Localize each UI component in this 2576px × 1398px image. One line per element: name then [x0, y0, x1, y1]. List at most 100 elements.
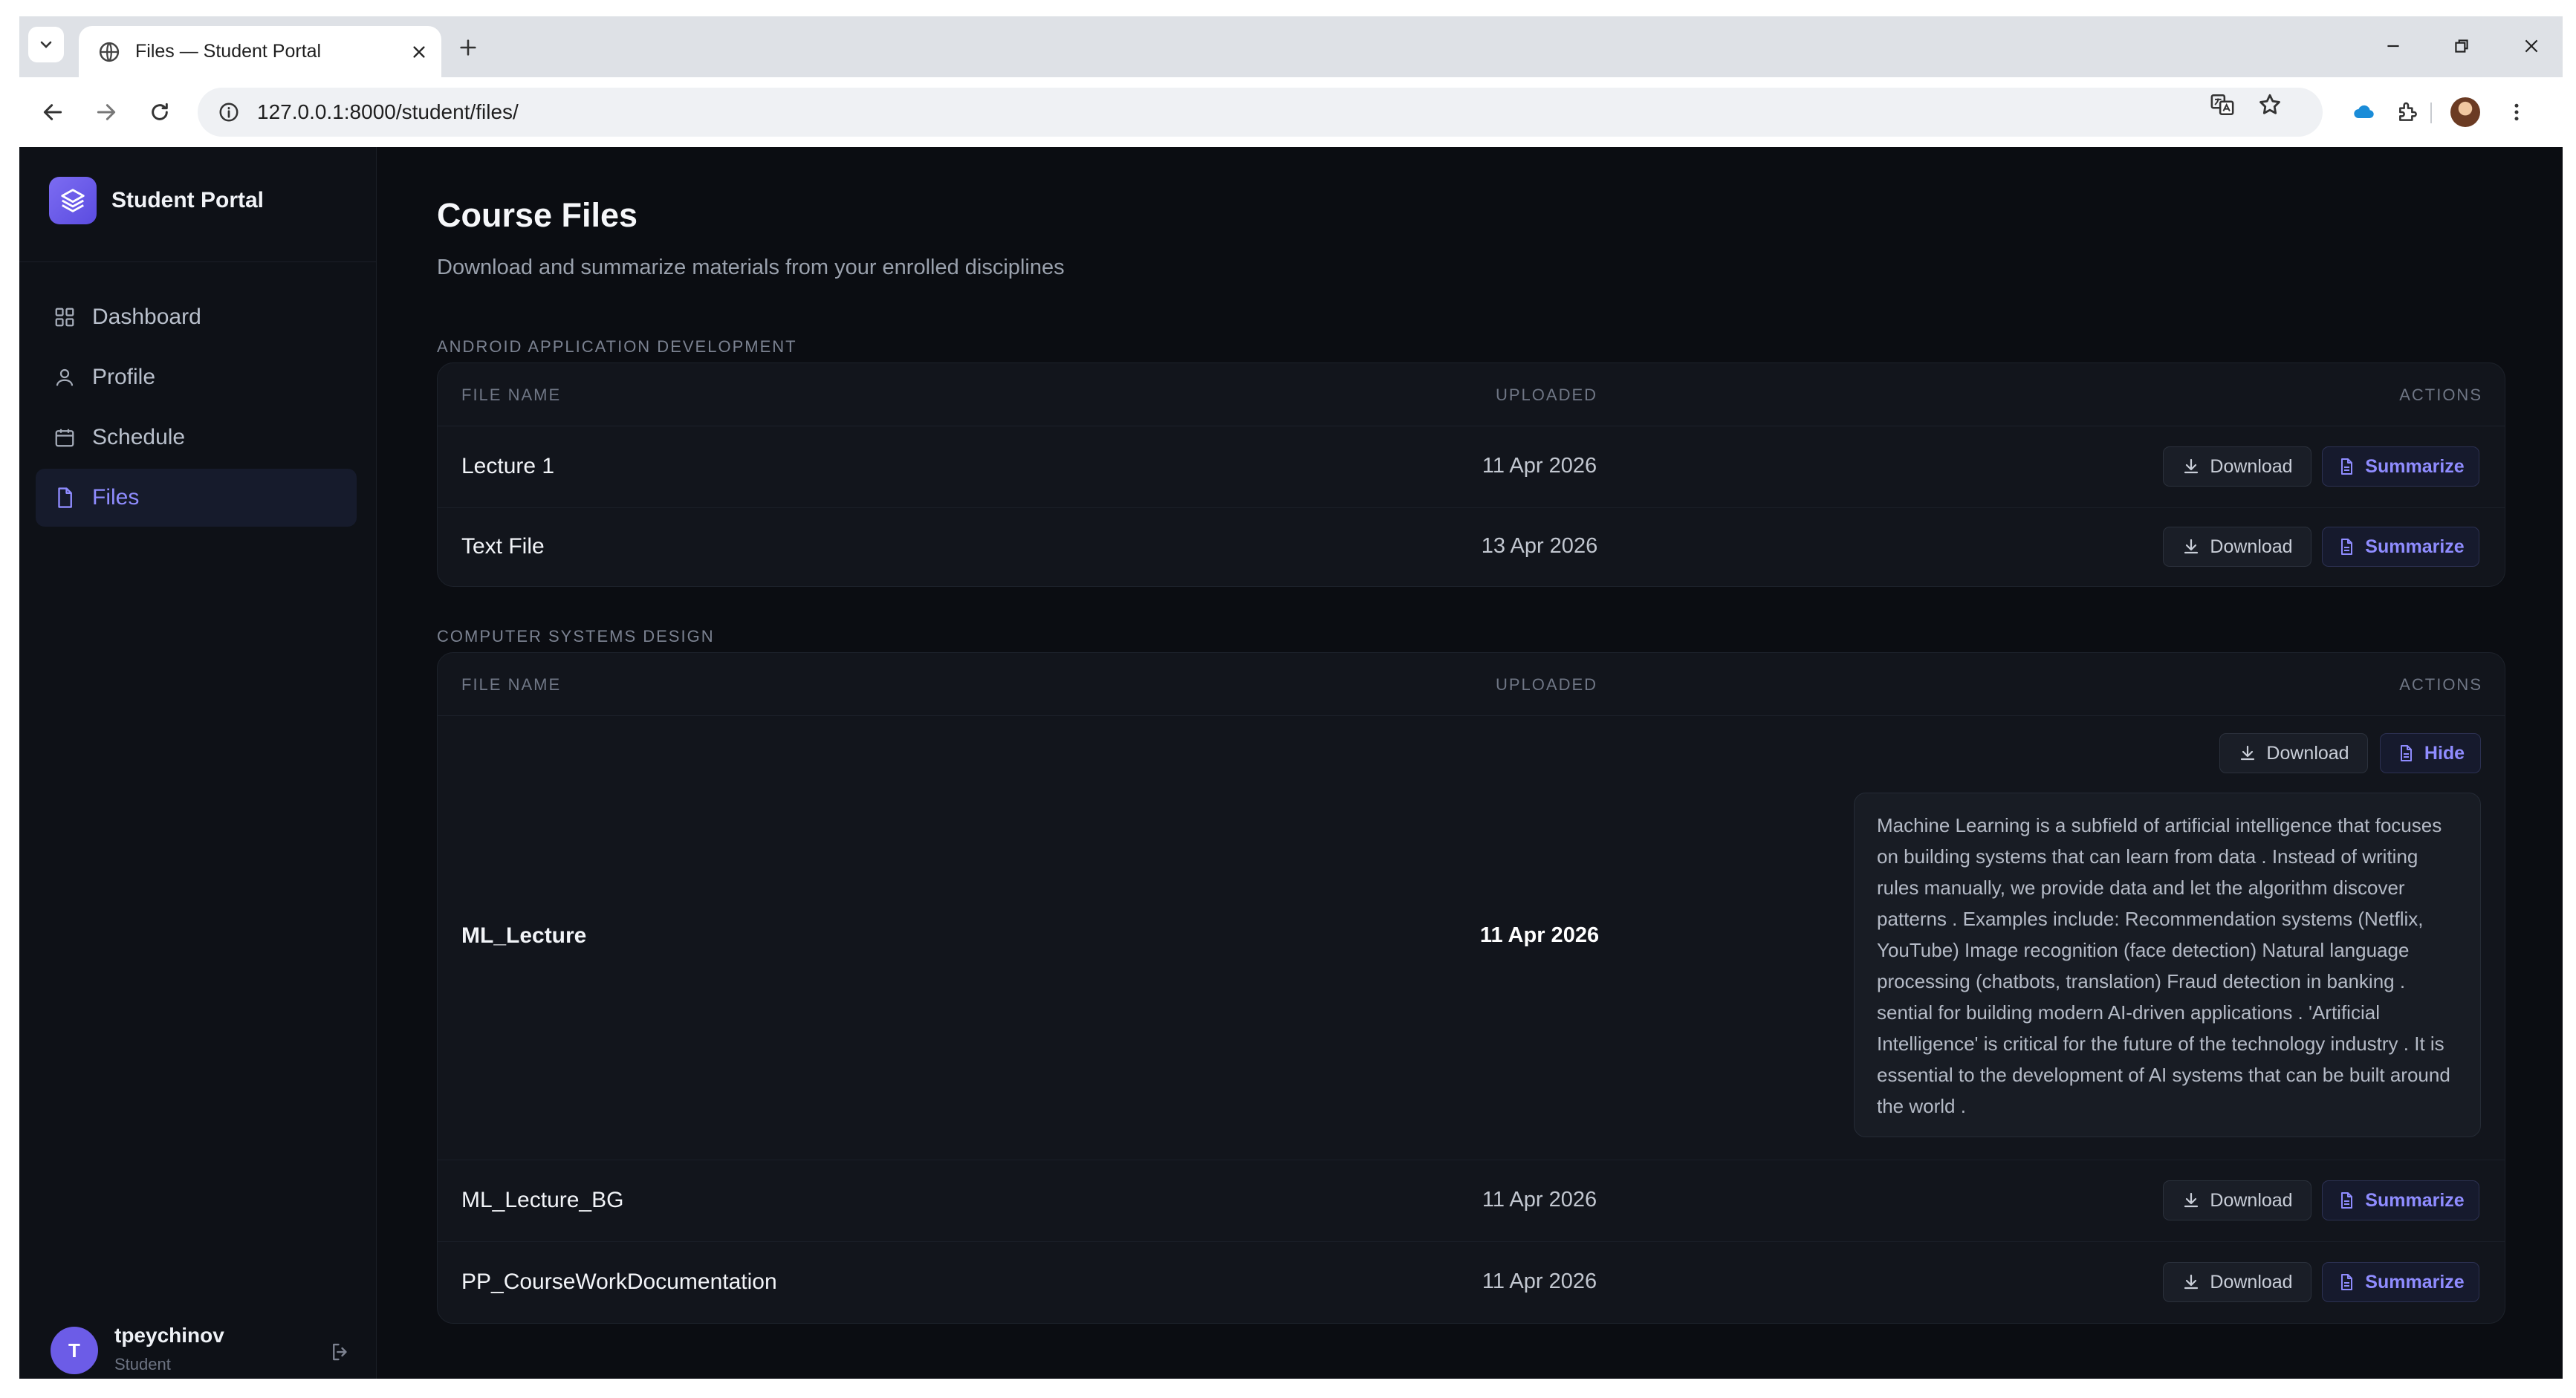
file-name: Lecture 1	[461, 454, 555, 478]
globe-icon	[99, 42, 120, 62]
file-name: Text File	[461, 534, 545, 559]
tab-strip: Files — Student Portal	[19, 16, 2563, 77]
page-subtitle: Download and summarize materials from yo…	[437, 256, 1065, 279]
sidebar-item-dashboard[interactable]: Dashboard	[36, 288, 357, 346]
download-button[interactable]: Download	[2163, 527, 2311, 567]
brand-name: Student Portal	[111, 188, 265, 212]
avatar[interactable]: T	[51, 1327, 98, 1374]
document-icon	[2337, 1272, 2356, 1292]
file-icon	[52, 485, 77, 510]
document-icon	[2396, 744, 2416, 763]
file-name: PP_CourseWorkDocumentation	[461, 1269, 777, 1294]
toolbar-divider	[2430, 103, 2432, 123]
tab-search-icon[interactable]	[28, 27, 64, 62]
table-header: FILE NAME UPLOADED ACTIONS	[438, 653, 2505, 716]
back-icon[interactable]	[34, 94, 71, 131]
address-bar[interactable]: 127.0.0.1:8000/student/files/	[198, 88, 2323, 137]
brand[interactable]: Student Portal	[49, 177, 264, 224]
table-row: Lecture 1 11 Apr 2026 Download Summarize	[438, 426, 2505, 508]
sidebar-item-profile[interactable]: Profile	[36, 348, 357, 406]
user-card: T tpeychinov Student	[51, 1321, 363, 1374]
logout-icon[interactable]	[325, 1337, 355, 1367]
download-icon	[2181, 537, 2201, 556]
download-button-label: Download	[2266, 742, 2349, 764]
column-header-file-name: FILE NAME	[461, 386, 562, 404]
close-icon[interactable]	[404, 37, 434, 67]
user-name: tpeychinov	[114, 1324, 224, 1347]
summarize-button-label: Summarize	[2365, 1189, 2465, 1211]
user-role: Student	[114, 1355, 171, 1373]
download-button[interactable]: Download	[2219, 733, 2368, 773]
summarize-button[interactable]: Summarize	[2322, 446, 2479, 487]
reload-icon[interactable]	[141, 94, 178, 131]
upload-date: 13 Apr 2026	[1481, 534, 1598, 558]
page-title: Course Files	[437, 196, 638, 234]
download-icon	[2181, 1191, 2201, 1210]
column-header-actions: ACTIONS	[2399, 675, 2482, 694]
upload-date: 11 Apr 2026	[1482, 454, 1597, 478]
column-header-actions: ACTIONS	[2399, 386, 2482, 404]
summarize-button-label: Summarize	[2365, 536, 2465, 557]
download-button-label: Download	[2210, 455, 2293, 477]
hide-button[interactable]: Hide	[2380, 733, 2481, 773]
summarize-button-label: Summarize	[2365, 455, 2465, 477]
site-info-icon[interactable]	[214, 97, 244, 127]
extensions-icon[interactable]	[2390, 94, 2427, 131]
document-icon	[2337, 457, 2356, 476]
download-button[interactable]: Download	[2163, 1262, 2311, 1302]
download-icon	[2181, 457, 2201, 476]
column-header-uploaded: UPLOADED	[1496, 386, 1598, 404]
download-icon	[2181, 1272, 2201, 1292]
summarize-button[interactable]: Summarize	[2322, 1180, 2479, 1220]
download-button[interactable]: Download	[2163, 446, 2311, 487]
upload-date: 11 Apr 2026	[1482, 1188, 1597, 1212]
browser-toolbar: 127.0.0.1:8000/student/files/	[19, 77, 2563, 147]
sidebar-item-schedule[interactable]: Schedule	[36, 409, 357, 466]
file-name: ML_Lecture	[461, 923, 587, 948]
download-button-label: Download	[2210, 536, 2293, 557]
url-text[interactable]: 127.0.0.1:8000/student/files/	[257, 100, 2323, 124]
hide-button-label: Hide	[2424, 742, 2465, 764]
table-row: PP_CourseWorkDocumentation 11 Apr 2026 D…	[438, 1241, 2505, 1323]
upload-date: 11 Apr 2026	[1479, 923, 1600, 947]
sidebar-item-files[interactable]: Files	[36, 469, 357, 527]
sidebar-item-label: Profile	[92, 365, 156, 389]
layers-icon	[49, 177, 97, 224]
sidebar: Student Portal Dashboard Profile Schedul…	[19, 147, 377, 1379]
minimize-icon[interactable]	[2375, 30, 2412, 62]
section-label: ANDROID APPLICATION DEVELOPMENT	[437, 337, 797, 356]
divider	[19, 261, 376, 262]
grid-icon	[52, 305, 77, 330]
star-icon[interactable]	[2251, 86, 2288, 123]
translate-icon[interactable]	[2204, 86, 2241, 123]
column-header-uploaded: UPLOADED	[1496, 675, 1598, 694]
document-icon	[2337, 1191, 2356, 1210]
upload-date: 11 Apr 2026	[1482, 1269, 1597, 1293]
file-table: FILE NAME UPLOADED ACTIONS ML_Lecture 11…	[437, 652, 2505, 1324]
download-button-label: Download	[2210, 1189, 2293, 1211]
summarize-button[interactable]: Summarize	[2322, 527, 2479, 567]
download-button[interactable]: Download	[2163, 1180, 2311, 1220]
cloud-icon[interactable]	[2345, 94, 2382, 131]
table-row: ML_Lecture_BG 11 Apr 2026 Download Summa…	[438, 1160, 2505, 1242]
restore-icon[interactable]	[2443, 30, 2480, 62]
sidebar-item-label: Dashboard	[92, 305, 201, 329]
document-icon	[2337, 537, 2356, 556]
column-header-file-name: FILE NAME	[461, 675, 562, 694]
download-icon	[2238, 744, 2257, 763]
download-button-label: Download	[2210, 1271, 2293, 1293]
forward-icon[interactable]	[88, 94, 125, 131]
window-close-icon[interactable]	[2513, 30, 2550, 62]
profile-avatar[interactable]	[2447, 94, 2484, 131]
table-row-expanded: ML_Lecture 11 Apr 2026 Download Hide Mac…	[438, 715, 2505, 1160]
browser-tab[interactable]: Files — Student Portal	[79, 26, 441, 77]
plus-icon[interactable]	[452, 31, 484, 64]
file-table: FILE NAME UPLOADED ACTIONS Lecture 1 11 …	[437, 362, 2505, 587]
file-name: ML_Lecture_BG	[461, 1188, 624, 1212]
summarize-button[interactable]: Summarize	[2322, 1262, 2479, 1302]
browser-window: Files — Student Portal 127.0.0.1:8000/st…	[19, 16, 2563, 1379]
sidebar-nav: Dashboard Profile Schedule Files	[36, 288, 357, 529]
user-icon	[52, 365, 77, 390]
kebab-menu-icon[interactable]	[2498, 94, 2535, 131]
tab-title: Files — Student Portal	[135, 41, 322, 62]
